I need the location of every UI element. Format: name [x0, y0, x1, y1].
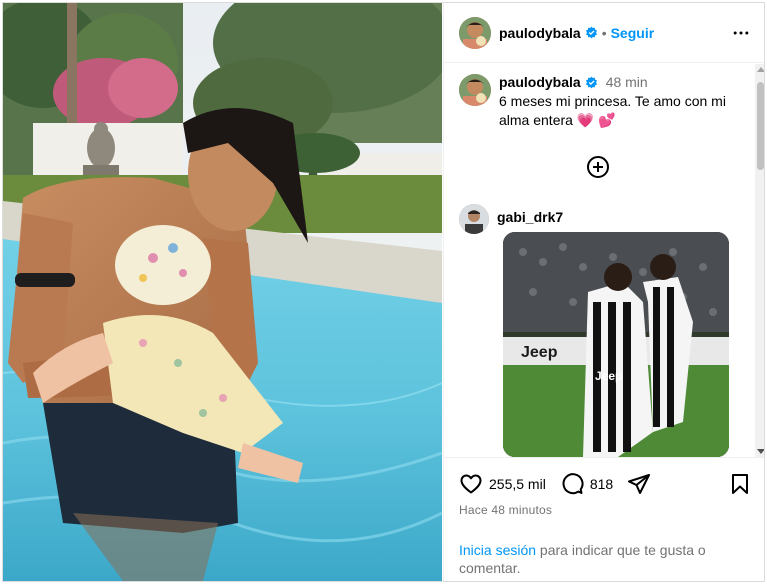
- post-header: paulodybala • Seguir: [444, 3, 764, 63]
- author-avatar[interactable]: [459, 16, 491, 49]
- caption-username[interactable]: paulodybala: [499, 74, 581, 90]
- comments-scrollbar[interactable]: [755, 64, 764, 457]
- verified-badge-icon: [585, 26, 597, 39]
- more-horizontal-icon[interactable]: [731, 23, 751, 43]
- post-photo[interactable]: [3, 3, 442, 581]
- gif-image: Jeep Jeep: [503, 232, 729, 457]
- caption-time[interactable]: 48 min: [606, 74, 648, 90]
- gif-shirt-text: Jeep: [595, 369, 622, 383]
- post-actions: 255,5 mil 818 Hace 48 minutos Inicia ses…: [444, 457, 764, 581]
- comment-item: gabi_drk7: [459, 204, 563, 234]
- caption-text: 6 meses mi princesa. Te amo con mi alma …: [499, 93, 726, 128]
- action-row: 255,5 mil 818: [459, 472, 651, 496]
- login-prompt: Inicia sesión para indicar que te gusta …: [459, 541, 749, 577]
- avatar-image: [459, 74, 491, 106]
- post-window: paulodybala • Seguir paulodybala 48 min …: [2, 2, 765, 582]
- comments-list[interactable]: paulodybala 48 min 6 meses mi princesa. …: [444, 64, 756, 457]
- comments-count[interactable]: 818: [590, 476, 613, 492]
- post-timestamp[interactable]: Hace 48 minutos: [459, 503, 552, 517]
- share-icon[interactable]: [627, 472, 651, 496]
- post-photo-illustration: [3, 3, 442, 581]
- author-username[interactable]: paulodybala: [499, 25, 581, 41]
- commenter-username[interactable]: gabi_drk7: [497, 209, 563, 234]
- post-side-panel: paulodybala • Seguir paulodybala 48 min …: [443, 3, 764, 581]
- avatar-image: [459, 204, 489, 234]
- login-link[interactable]: Inicia sesión: [459, 542, 536, 558]
- plus-circle-icon[interactable]: [586, 155, 610, 179]
- comment-icon[interactable]: [560, 472, 584, 496]
- caption: paulodybala 48 min 6 meses mi princesa. …: [459, 74, 744, 130]
- scroll-up-arrow-icon[interactable]: [757, 67, 764, 72]
- likes-count[interactable]: 255,5 mil: [489, 476, 546, 492]
- heart-icon[interactable]: [459, 472, 483, 496]
- bookmark-icon[interactable]: [728, 472, 752, 496]
- avatar-image: [459, 16, 491, 49]
- gif-board-text: Jeep: [521, 344, 558, 361]
- caption-avatar[interactable]: [459, 74, 491, 106]
- commenter-avatar[interactable]: [459, 204, 489, 234]
- separator-dot: •: [601, 24, 607, 41]
- verified-badge-icon: [585, 76, 597, 88]
- scroll-thumb[interactable]: [757, 82, 764, 170]
- scroll-down-arrow-icon[interactable]: [757, 449, 764, 454]
- comment-gif[interactable]: Jeep Jeep: [503, 232, 729, 457]
- follow-button[interactable]: Seguir: [611, 25, 655, 41]
